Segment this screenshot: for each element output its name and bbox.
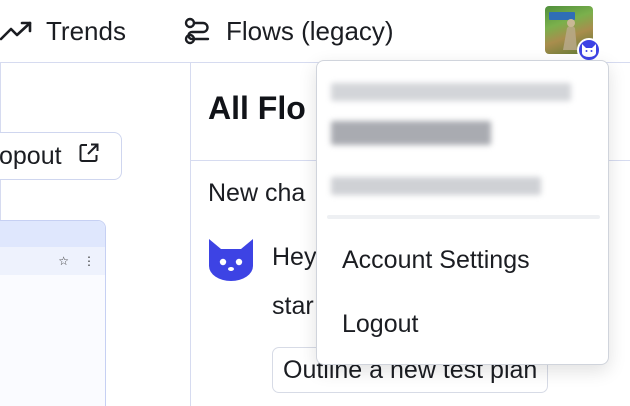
assistant-message-line: star bbox=[272, 292, 314, 320]
top-navigation: Trends Flows (legacy) bbox=[0, 0, 630, 62]
user-avatar[interactable] bbox=[545, 6, 601, 62]
cat-mascot-icon bbox=[577, 38, 601, 62]
star-icon: ☆ bbox=[58, 254, 69, 268]
dropdown-divider bbox=[327, 215, 600, 219]
menu-item-account-settings[interactable]: Account Settings bbox=[317, 232, 608, 288]
nav-item-flows-legacy[interactable]: Flows (legacy) bbox=[180, 0, 394, 62]
assistant-message-line: Hey bbox=[272, 243, 317, 271]
popout-label: opout bbox=[0, 141, 62, 170]
more-menu-icon: ⋮ bbox=[83, 254, 95, 268]
redacted-text bbox=[331, 177, 541, 195]
flows-icon bbox=[180, 14, 214, 48]
panel-divider bbox=[190, 62, 191, 406]
user-menu-dropdown: Account Settings Logout bbox=[316, 60, 609, 365]
assistant-cat-icon bbox=[205, 236, 257, 282]
browser-address-bar: ☆ ⋮ bbox=[0, 247, 105, 275]
nav-label-flows: Flows (legacy) bbox=[226, 15, 394, 46]
browser-tab-strip bbox=[0, 221, 105, 247]
popout-button[interactable]: opout bbox=[0, 132, 122, 180]
nav-label-trends: Trends bbox=[46, 15, 126, 46]
redacted-text bbox=[331, 83, 571, 101]
trend-line-icon bbox=[0, 14, 34, 48]
new-chat-label[interactable]: New cha bbox=[208, 179, 305, 208]
redacted-text bbox=[331, 121, 491, 145]
menu-item-logout[interactable]: Logout bbox=[317, 296, 608, 352]
page-title: All Flo bbox=[208, 90, 306, 126]
external-link-icon bbox=[78, 142, 100, 171]
browser-preview: ☆ ⋮ bbox=[0, 220, 106, 406]
nav-item-trends[interactable]: Trends bbox=[0, 0, 126, 62]
